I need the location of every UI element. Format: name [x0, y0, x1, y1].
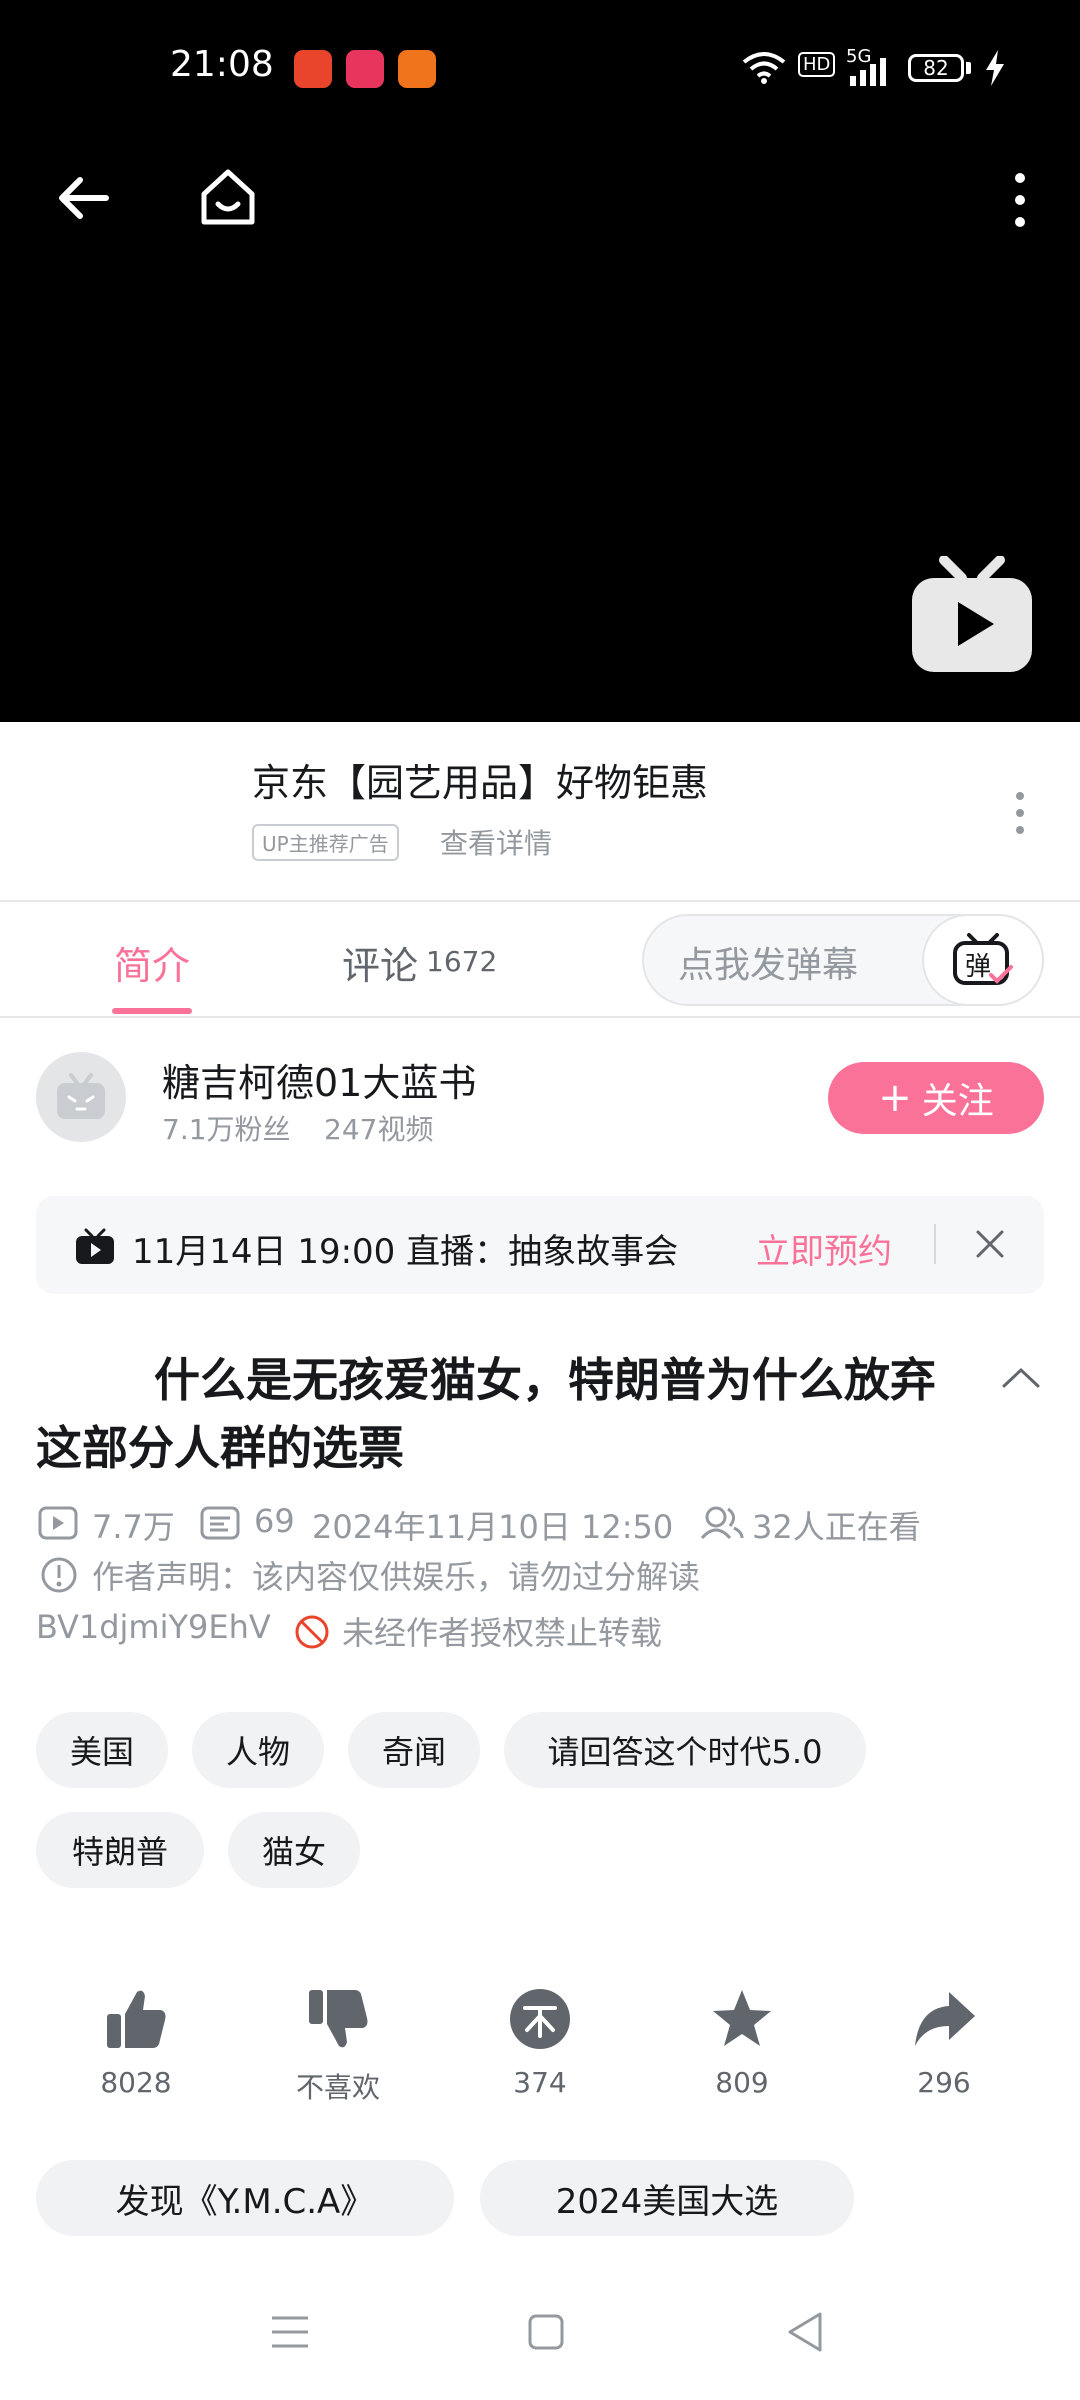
no-repost-icon [295, 1615, 329, 1649]
tag[interactable]: 猫女 [228, 1812, 360, 1888]
author-notice: 作者声明：该内容仅供娱乐，请勿过分解读 [92, 1558, 701, 1596]
danmaku-placeholder: 点我发弹幕 [678, 945, 859, 986]
follow-label: 关注 [921, 1081, 994, 1122]
comment-count: 1672 [426, 945, 498, 978]
follow-button[interactable]: + 关注 [828, 1062, 1044, 1134]
plus-icon: + [878, 1075, 912, 1121]
uploader-name[interactable]: 糖吉柯德01大蓝书 [162, 1052, 476, 1107]
uploader-followers: 7.1万粉丝 [162, 1113, 291, 1146]
divider [0, 1016, 1080, 1018]
home-nav-icon[interactable] [526, 2312, 566, 2352]
danmaku-icon-label: 弹 [965, 952, 991, 982]
back-arrow-icon[interactable] [56, 170, 112, 226]
dislike-label: 不喜欢 [295, 2071, 380, 2104]
video-title: 什么是无孩爱猫女，特朗普为什么放弃这部分人群的选票 [36, 1353, 936, 1475]
danmaku-count-icon [200, 1506, 240, 1540]
reserve-button[interactable]: 立即预约 [756, 1224, 892, 1273]
favorite-count: 809 [715, 2066, 769, 2099]
separator [934, 1224, 936, 1264]
like-button[interactable]: 8028 [76, 1986, 196, 2099]
dislike-button[interactable]: 不喜欢 [278, 1986, 398, 2106]
app-notification-icon [346, 50, 384, 88]
tag[interactable]: 特朗普 [36, 1812, 204, 1888]
battery-tip [966, 62, 971, 74]
danmaku-count: 69 [254, 1502, 295, 1540]
status-time: 21:08 [170, 44, 274, 85]
wifi-icon [742, 52, 786, 84]
avatar[interactable] [36, 1052, 126, 1142]
charging-icon [986, 50, 1004, 86]
signal-icon [850, 58, 886, 86]
app-notification-icon [294, 50, 332, 88]
tab-underline [112, 1008, 192, 1014]
play-count-icon [38, 1506, 78, 1540]
uploader-videos: 247视频 [324, 1113, 434, 1146]
watching-count: 32人正在看 [752, 1508, 921, 1546]
favorite-button[interactable]: 809 [682, 1986, 802, 2099]
publish-date: 2024年11月10日 12:50 [312, 1508, 674, 1546]
danmaku-icon: 弹 [953, 933, 1013, 985]
star-icon [713, 1990, 771, 2046]
coin-icon [510, 1989, 570, 2049]
ad-more-icon[interactable] [1012, 790, 1028, 836]
coin-button[interactable]: 374 [480, 1986, 600, 2099]
tag[interactable]: 人物 [192, 1712, 324, 1788]
chevron-up-icon[interactable] [1002, 1366, 1040, 1390]
tab-intro[interactable]: 简介 [114, 935, 190, 990]
battery-indicator: 82 [908, 54, 964, 82]
tag[interactable]: 奇闻 [348, 1712, 480, 1788]
tag[interactable]: 美国 [36, 1712, 168, 1788]
more-options-icon[interactable] [1010, 170, 1030, 230]
default-avatar-icon [57, 1073, 105, 1119]
tv-play-icon[interactable] [910, 556, 1034, 674]
app-notification-icon [398, 50, 436, 88]
hd-badge: HD [798, 52, 836, 77]
danmaku-toggle-button[interactable]: 弹 [922, 914, 1044, 1006]
home-icon[interactable] [196, 166, 260, 230]
tag[interactable]: 请回答这个时代5.0 [504, 1712, 866, 1788]
ad-detail-link[interactable]: 查看详情 [440, 822, 552, 862]
share-button[interactable]: 296 [884, 1986, 1004, 2099]
menu-nav-icon[interactable] [268, 2312, 312, 2352]
bvid: BV1djmiY9EhV [36, 1608, 271, 1646]
thumbs-up-icon [107, 1990, 166, 2048]
related-chip[interactable]: 发现《Y.M.C.A》 [36, 2160, 454, 2236]
ad-title[interactable]: 京东【园艺用品】好物钜惠 [252, 752, 708, 807]
watching-icon [700, 1506, 744, 1540]
no-repost-notice: 未经作者授权禁止转载 [342, 1614, 663, 1652]
share-count: 296 [917, 2066, 971, 2099]
divider [0, 900, 1080, 902]
info-icon [41, 1557, 77, 1593]
live-tv-icon [76, 1228, 114, 1264]
share-icon [915, 1992, 975, 2046]
thumbs-down-icon [309, 1990, 368, 2048]
live-text: 11月14日 19:00 直播：抽象故事会 [132, 1232, 679, 1272]
ad-badge: UP主推荐广告 [252, 824, 399, 861]
view-count: 7.7万 [92, 1508, 175, 1546]
like-count: 8028 [100, 2066, 172, 2099]
close-icon[interactable] [974, 1228, 1006, 1260]
coin-count: 374 [513, 2066, 567, 2099]
back-nav-icon[interactable] [784, 2310, 826, 2354]
tab-comments[interactable]: 评论 [342, 935, 418, 990]
related-chip[interactable]: 2024美国大选 [480, 2160, 854, 2236]
